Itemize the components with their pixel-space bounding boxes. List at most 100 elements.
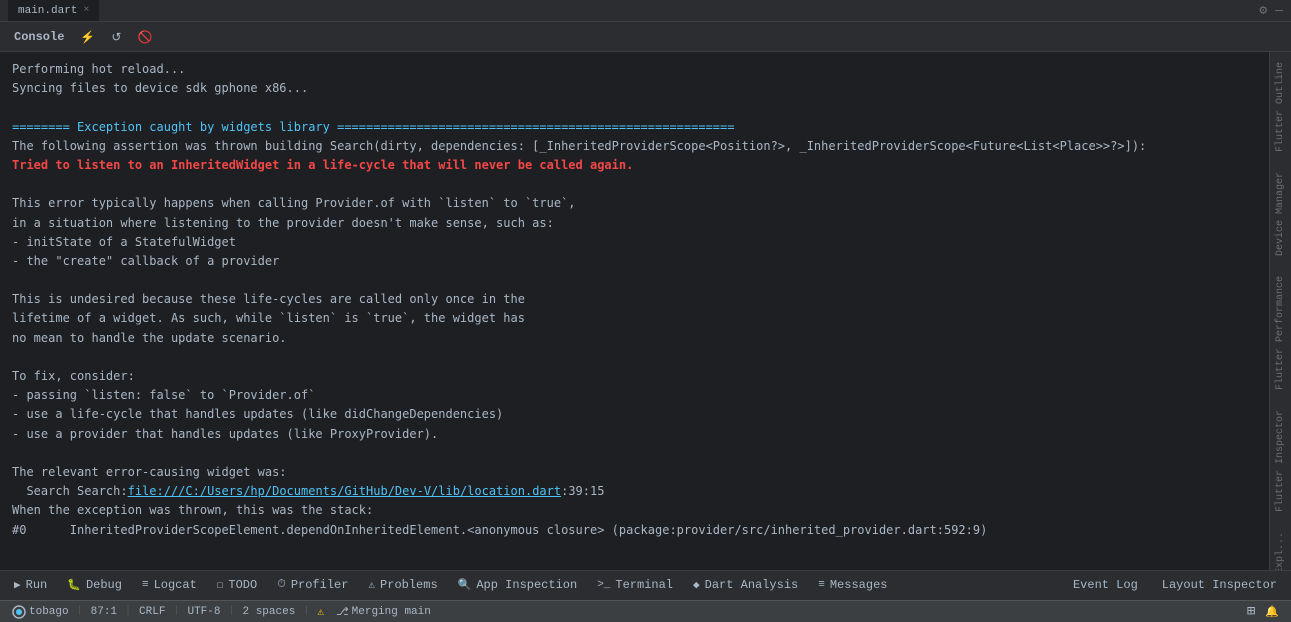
- status-encoding[interactable]: UTF-8: [183, 606, 224, 618]
- console-output[interactable]: Performing hot reload... Syncing files t…: [0, 52, 1269, 570]
- branch-label: Merging main: [352, 606, 431, 618]
- warning-icon: ⚠: [317, 605, 324, 619]
- crlf-label: CRLF: [139, 606, 165, 618]
- grid-icon: ⊞: [1247, 603, 1255, 620]
- title-tab[interactable]: main.dart ×: [8, 0, 99, 21]
- stop-btn[interactable]: 🚫: [131, 28, 158, 46]
- flutter-performance-tab[interactable]: Flutter Performance: [1272, 266, 1289, 400]
- status-sep5: |: [303, 606, 309, 617]
- tab-dart-analysis-label: Dart Analysis: [705, 578, 799, 592]
- status-spaces[interactable]: 2 spaces: [239, 606, 300, 618]
- tab-terminal-label: Terminal: [615, 578, 673, 592]
- console-line: This error typically happens when callin…: [12, 196, 576, 210]
- status-sep1: |: [77, 606, 83, 617]
- tab-profiler[interactable]: ⏱ Profiler: [267, 571, 358, 600]
- console-line: Syncing files to device sdk gphone x86..…: [12, 81, 308, 95]
- spaces-label: 2 spaces: [243, 606, 296, 618]
- messages-icon: ≡: [818, 579, 825, 591]
- tab-problems[interactable]: ⚠ Problems: [358, 571, 447, 600]
- tab-close-btn[interactable]: ×: [83, 5, 89, 16]
- tab-debug[interactable]: 🐛 Debug: [57, 571, 132, 600]
- device-manager-tab[interactable]: Device Manager: [1272, 162, 1289, 266]
- tab-todo[interactable]: ☐ TODO: [207, 571, 267, 600]
- bell-icon: 🔔: [1265, 605, 1279, 619]
- title-bar-actions: ⚙ —: [1259, 3, 1283, 18]
- status-warning[interactable]: ⚠: [313, 605, 328, 619]
- notifications-btn[interactable]: 🔔: [1261, 605, 1283, 619]
- console-line: in a situation where listening to the pr…: [12, 216, 554, 230]
- status-sep2: |: [125, 606, 131, 617]
- flutter-inspector-tab[interactable]: Flutter Inspector: [1272, 400, 1289, 522]
- tab-debug-label: Debug: [86, 578, 122, 592]
- tab-app-inspection[interactable]: 🔍 App Inspection: [448, 571, 588, 600]
- tab-todo-label: TODO: [228, 578, 257, 592]
- device-file-tab[interactable]: Device File Expl...: [1272, 522, 1289, 570]
- console-content: Performing hot reload... Syncing files t…: [0, 56, 1269, 544]
- profiler-icon: ⏱: [277, 579, 286, 591]
- console-line: - use a provider that handles updates (l…: [12, 427, 438, 441]
- console-line: ======== Exception caught by widgets lib…: [12, 120, 734, 134]
- status-branch[interactable]: ⎇ Merging main: [332, 605, 435, 619]
- grid-view-btn[interactable]: ⊞: [1243, 603, 1259, 620]
- reload-btn[interactable]: ↺: [105, 28, 127, 46]
- tab-run[interactable]: ▶ Run: [4, 571, 57, 600]
- tab-layout-inspector[interactable]: Layout Inspector: [1152, 574, 1287, 598]
- right-panel: Flutter Outline Device Manager Flutter P…: [1269, 52, 1291, 570]
- app-inspection-icon: 🔍: [458, 578, 472, 592]
- status-tobago[interactable]: tobago: [8, 605, 73, 619]
- tab-messages[interactable]: ≡ Messages: [808, 571, 897, 600]
- tab-dart-analysis[interactable]: ◆ Dart Analysis: [683, 571, 808, 600]
- status-bar: tobago | 87:1 | CRLF | UTF-8 | 2 spaces …: [0, 600, 1291, 622]
- console-line: lifetime of a widget. As such, while `li…: [12, 311, 525, 325]
- flutter-outline-tab[interactable]: Flutter Outline: [1272, 52, 1289, 162]
- console-line: - the "create" callback of a provider: [12, 254, 279, 268]
- tab-logcat-label: Logcat: [154, 578, 197, 592]
- console-line: #0 InheritedProviderScopeElement.dependO…: [12, 523, 987, 537]
- tab-filename: main.dart: [18, 5, 77, 17]
- event-log-label: Event Log: [1073, 578, 1138, 592]
- bottom-toolbar: ▶ Run 🐛 Debug ≡ Logcat ☐ TODO ⏱ Profiler…: [0, 570, 1291, 600]
- status-position[interactable]: 87:1: [87, 606, 121, 618]
- console-label: Console: [8, 28, 70, 46]
- title-bar: main.dart × ⚙ —: [0, 0, 1291, 22]
- terminal-icon: >_: [597, 579, 610, 591]
- status-crlf[interactable]: CRLF: [135, 606, 169, 618]
- debug-icon: 🐛: [67, 578, 81, 592]
- tobago-icon: [12, 605, 26, 619]
- layout-inspector-label: Layout Inspector: [1162, 578, 1277, 592]
- console-line: The following assertion was thrown build…: [12, 139, 1146, 153]
- position-label: 87:1: [91, 606, 117, 618]
- console-line-error: Tried to listen to an InheritedWidget in…: [12, 158, 633, 172]
- console-line: The relevant error-causing widget was:: [12, 465, 287, 479]
- settings-icon[interactable]: ⚙: [1259, 3, 1267, 18]
- tab-messages-label: Messages: [830, 578, 888, 592]
- console-line: - use a life-cycle that handles updates …: [12, 407, 503, 421]
- status-sep3: |: [173, 606, 179, 617]
- console-line: no mean to handle the update scenario.: [12, 331, 287, 345]
- problems-icon: ⚠: [368, 578, 375, 592]
- todo-icon: ☐: [217, 578, 224, 592]
- console-line: Performing hot reload...: [12, 62, 185, 76]
- dart-analysis-icon: ◆: [693, 578, 700, 592]
- tab-event-log[interactable]: Event Log: [1063, 574, 1148, 598]
- encoding-label: UTF-8: [187, 606, 220, 618]
- main-layout: Performing hot reload... Syncing files t…: [0, 52, 1291, 570]
- console-line: When the exception was thrown, this was …: [12, 503, 373, 517]
- run-icon: ▶: [14, 578, 21, 592]
- tab-logcat[interactable]: ≡ Logcat: [132, 571, 207, 600]
- status-sep4: |: [228, 606, 234, 617]
- tab-app-inspection-label: App Inspection: [476, 578, 577, 592]
- tobago-label: tobago: [29, 606, 69, 618]
- console-toolbar: Console ⚡ ↺ 🚫: [0, 22, 1291, 52]
- console-line: - passing `listen: false` to `Provider.o…: [12, 388, 315, 402]
- file-link[interactable]: file:///C:/Users/hp/Documents/GitHub/Dev…: [128, 484, 561, 498]
- console-line: This is undesired because these life-cyc…: [12, 292, 525, 306]
- console-line: Search Search:file:///C:/Users/hp/Docume…: [12, 484, 604, 498]
- branch-icon: ⎇: [336, 605, 349, 619]
- console-line: - initState of a StatefulWidget: [12, 235, 236, 249]
- status-right: ⊞ 🔔: [1243, 603, 1283, 620]
- minimize-icon[interactable]: —: [1275, 3, 1283, 18]
- tab-profiler-label: Profiler: [291, 578, 349, 592]
- tab-terminal[interactable]: >_ Terminal: [587, 571, 683, 600]
- run-btn[interactable]: ⚡: [74, 28, 101, 46]
